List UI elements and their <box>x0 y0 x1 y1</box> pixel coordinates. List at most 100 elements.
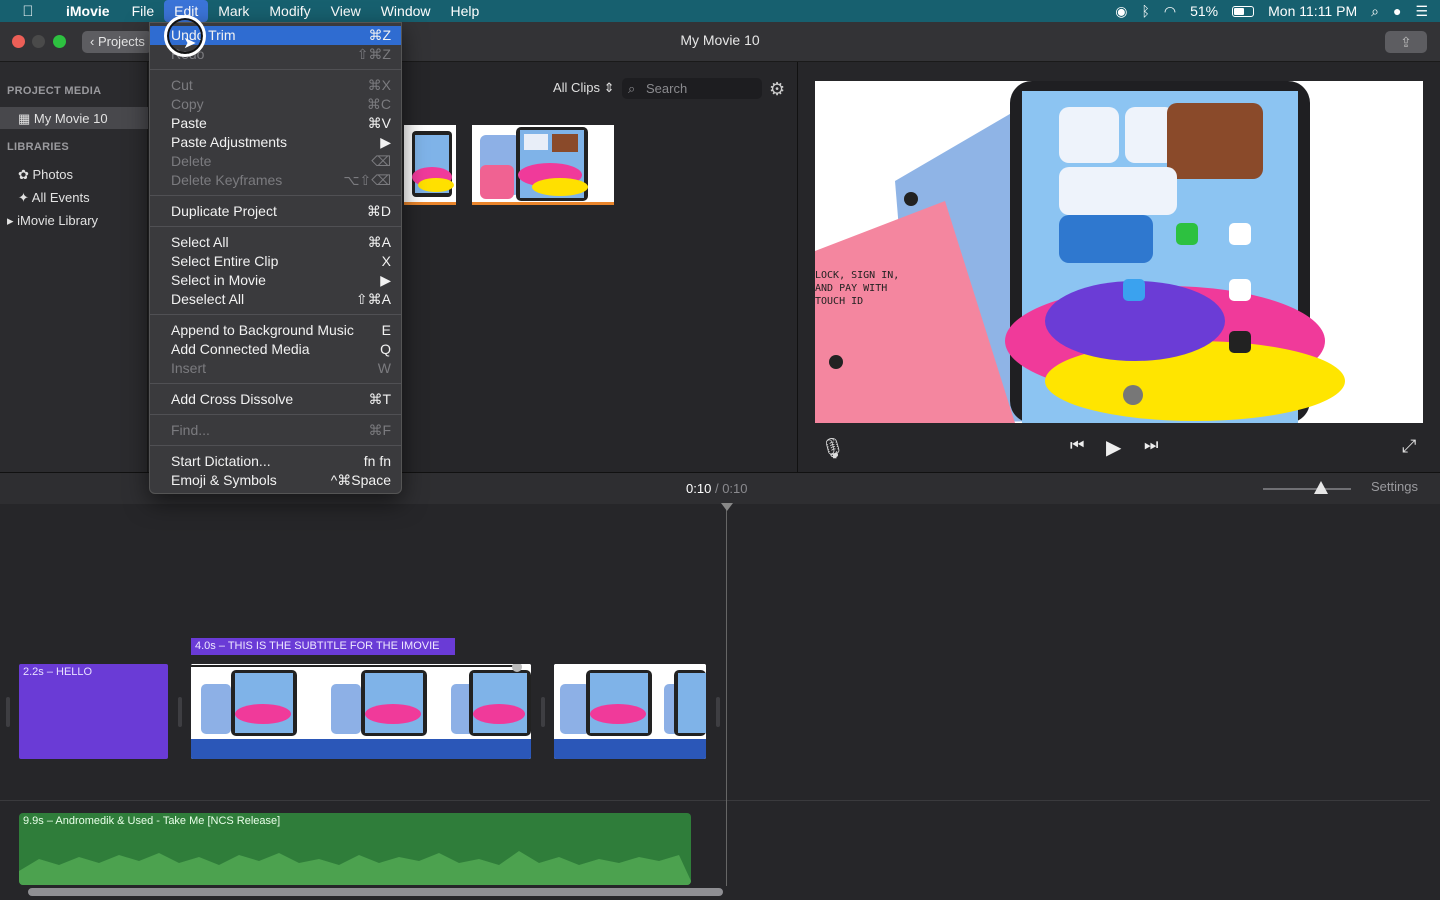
menu-item-add-cross-dissolve[interactable]: Add Cross Dissolve ⌘T <box>150 390 401 409</box>
screen-record-icon[interactable]: ◉ <box>1115 3 1127 20</box>
sidebar-item-label: Photos <box>32 167 73 182</box>
transition-handle[interactable] <box>178 697 182 727</box>
control-center-icon[interactable]: ☰ <box>1415 3 1428 20</box>
window-title: My Movie 10 <box>680 32 760 48</box>
menu-item-paste-adjustments[interactable]: Paste Adjustments ▶ <box>150 133 401 152</box>
film-icon: ▦ <box>18 111 34 126</box>
menu-separator <box>150 414 401 415</box>
menu-app-name[interactable]: iMovie <box>56 0 122 22</box>
menu-item-emoji-symbols[interactable]: Emoji & Symbols ^⌘Space <box>150 471 401 490</box>
menu-separator <box>150 314 401 315</box>
sidebar-item-imovie-library[interactable]: ▸ iMovie Library <box>7 213 98 229</box>
subtitle-title-clip[interactable]: 4.0s – THIS IS THE SUBTITLE FOR THE IMOV… <box>191 638 455 655</box>
menu-item-select-all[interactable]: Select All ⌘A <box>150 233 401 252</box>
transition-handle[interactable] <box>6 697 10 727</box>
menu-file[interactable]: File <box>122 0 165 22</box>
video-clip[interactable] <box>191 664 531 759</box>
gear-icon[interactable]: ⚙ <box>769 80 789 100</box>
share-button[interactable]: ⇪ <box>1385 31 1427 53</box>
menu-bar:  iMovie File Edit Mark Modify View Wind… <box>0 0 1440 22</box>
ipad-preview-image <box>815 81 1423 423</box>
menu-item-shortcut: X <box>381 253 391 269</box>
menu-item-start-dictation[interactable]: Start Dictation... fn fn <box>150 452 401 471</box>
sidebar-item-label: All Events <box>31 190 90 205</box>
minimize-window-button[interactable] <box>32 35 45 48</box>
menu-item-append-background-music[interactable]: Append to Background Music E <box>150 321 401 340</box>
zoom-slider-track[interactable] <box>1263 488 1351 490</box>
track-divider <box>0 800 1430 801</box>
playhead-marker[interactable] <box>721 503 733 511</box>
menu-view[interactable]: View <box>321 0 371 22</box>
menu-item-add-connected-media[interactable]: Add Connected Media Q <box>150 340 401 359</box>
skip-forward-icon[interactable]: ⏭︎ <box>1144 437 1158 455</box>
search-input[interactable]: ⌕ Search <box>622 78 762 99</box>
menu-item-select-entire-clip[interactable]: Select Entire Clip X <box>150 252 401 271</box>
title-clip-label: 2.2s – HELLO <box>23 666 93 678</box>
menu-item-cut[interactable]: Cut ⌘X <box>150 76 401 95</box>
play-icon[interactable]: ▶ <box>1106 435 1121 460</box>
menu-item-delete-keyframes[interactable]: Delete Keyframes ⌥⇧⌫ <box>150 171 401 190</box>
zoom-slider-thumb[interactable] <box>1314 481 1328 494</box>
search-placeholder: Search <box>646 81 688 96</box>
media-clip-thumbnail[interactable] <box>404 125 456 205</box>
spotlight-icon[interactable]: ⌕ <box>1371 3 1379 20</box>
mouse-pointer-icon: ➤ <box>183 35 197 52</box>
menu-item-copy[interactable]: Copy ⌘C <box>150 95 401 114</box>
menu-separator <box>150 195 401 196</box>
menu-item-find[interactable]: Find... ⌘F <box>150 421 401 440</box>
menu-item-deselect-all[interactable]: Deselect All ⇧⌘A <box>150 290 401 309</box>
skip-back-icon[interactable]: ⏮︎ <box>1070 437 1084 455</box>
timeline-settings-button[interactable]: Settings <box>1371 479 1418 494</box>
video-preview[interactable]: LOCK, SIGN IN, AND PAY WITH TOUCH ID <box>815 81 1423 423</box>
background-music-clip[interactable]: 9.9s – Andromedik & Used - Take Me [NCS … <box>19 813 691 885</box>
fullscreen-icon[interactable]: ⤢ <box>1402 436 1416 457</box>
menu-item-delete[interactable]: Delete ⌫ <box>150 152 401 171</box>
projects-back-button[interactable]: ‹ Projects <box>82 31 152 53</box>
video-clip[interactable] <box>554 664 706 759</box>
menu-mark[interactable]: Mark <box>208 0 259 22</box>
menu-item-duplicate-project[interactable]: Duplicate Project ⌘D <box>150 202 401 221</box>
menu-item-label: Insert <box>171 360 207 376</box>
apple-icon[interactable]:  <box>0 3 56 20</box>
menu-item-label: Append to Background Music <box>171 322 354 338</box>
clip-filter-label: All Clips <box>553 80 600 95</box>
clock[interactable]: Mon 11:11 PM <box>1268 3 1357 19</box>
libraries-heading: LIBRARIES <box>7 141 69 153</box>
sidebar-item-my-movie[interactable]: ▦ My Movie 10 <box>18 111 108 127</box>
menu-item-paste[interactable]: Paste ⌘V <box>150 114 401 133</box>
menu-item-select-in-movie[interactable]: Select in Movie ▶ <box>150 271 401 290</box>
project-media-heading: PROJECT MEDIA <box>7 85 102 97</box>
transition-handle[interactable] <box>716 697 720 727</box>
menu-item-label: Find... <box>171 422 210 438</box>
voiceover-microphone-icon[interactable]: 🎙︎ <box>820 436 845 461</box>
menu-item-shortcut: ⇧⌘A <box>355 291 391 307</box>
title-clip[interactable]: 2.2s – HELLO <box>19 664 168 759</box>
transition-handle[interactable] <box>541 697 545 727</box>
timeline-horizontal-scrollbar[interactable] <box>28 888 723 896</box>
menu-window[interactable]: Window <box>371 0 441 22</box>
ipad-clip-image <box>472 125 614 202</box>
menu-help[interactable]: Help <box>441 0 490 22</box>
clip-audio-waveform <box>191 739 531 759</box>
menu-modify[interactable]: Modify <box>259 0 320 22</box>
bluetooth-icon[interactable]: ᛒ <box>1141 3 1149 19</box>
siri-icon[interactable]: ● <box>1393 3 1401 19</box>
sidebar-item-photos[interactable]: ✿ Photos <box>18 167 73 183</box>
playhead[interactable] <box>726 506 727 886</box>
media-clip-thumbnail[interactable] <box>472 125 614 205</box>
projects-button-label: Projects <box>97 34 145 49</box>
music-waveform <box>19 851 691 885</box>
clip-filter-select[interactable]: All Clips ⇕ <box>553 80 615 96</box>
menu-item-insert[interactable]: Insert W <box>150 359 401 378</box>
ipad-clip-image <box>404 125 456 202</box>
sidebar-item-label: iMovie Library <box>17 213 99 228</box>
battery-icon[interactable] <box>1232 5 1255 17</box>
sidebar-item-all-events[interactable]: ✦ All Events <box>18 190 90 206</box>
wifi-icon[interactable]: ◠ <box>1164 3 1176 20</box>
close-window-button[interactable] <box>12 35 25 48</box>
submenu-arrow-icon: ▶ <box>380 134 391 150</box>
menu-item-shortcut: fn fn <box>363 453 391 469</box>
zoom-window-button[interactable] <box>53 35 66 48</box>
menu-item-shortcut: ⌘A <box>367 234 391 250</box>
photos-icon: ✿ <box>18 167 33 182</box>
